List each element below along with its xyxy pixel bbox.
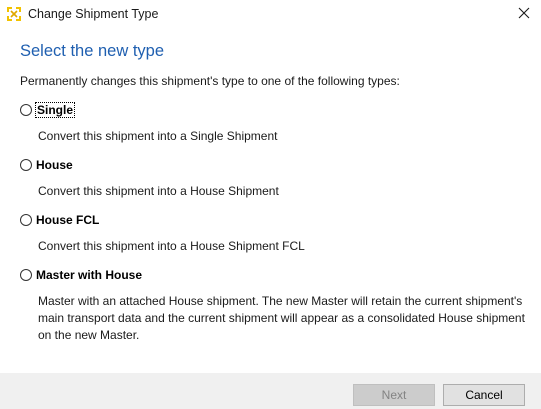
option-single-label[interactable]: Single xyxy=(34,102,76,118)
radio-single[interactable] xyxy=(20,104,32,116)
close-icon xyxy=(518,6,530,24)
close-button[interactable] xyxy=(507,0,541,30)
change-shipment-type-dialog: Change Shipment Type Select the new type… xyxy=(0,0,541,409)
page-heading: Select the new type xyxy=(20,42,165,60)
option-house-fcl-label[interactable]: House FCL xyxy=(36,213,99,227)
page-description: Permanently changes this shipment's type… xyxy=(20,74,400,88)
radio-house[interactable] xyxy=(20,159,32,171)
cancel-button[interactable]: Cancel xyxy=(443,384,525,406)
option-house-row[interactable]: House xyxy=(20,157,520,173)
radio-house-fcl[interactable] xyxy=(20,214,32,226)
radio-master-with-house[interactable] xyxy=(20,269,32,281)
option-single-description: Convert this shipment into a Single Ship… xyxy=(38,129,278,143)
option-master-with-house-description: Master with an attached House shipment. … xyxy=(38,294,525,342)
option-master-with-house[interactable]: Master with House Master with an attache… xyxy=(20,267,525,344)
option-house-fcl[interactable]: House FCL Convert this shipment into a H… xyxy=(20,212,520,255)
option-house-fcl-row[interactable]: House FCL xyxy=(20,212,520,228)
window-title: Change Shipment Type xyxy=(28,7,159,21)
option-single-row[interactable]: Single xyxy=(20,102,520,118)
title-bar[interactable]: Change Shipment Type xyxy=(0,0,541,30)
option-master-with-house-row[interactable]: Master with House xyxy=(20,267,520,283)
option-house[interactable]: House Convert this shipment into a House… xyxy=(20,157,520,200)
option-house-label[interactable]: House xyxy=(36,158,73,172)
option-master-with-house-label[interactable]: Master with House xyxy=(36,268,142,282)
option-house-description: Convert this shipment into a House Shipm… xyxy=(38,184,279,198)
dialog-footer: Next Cancel xyxy=(0,373,541,409)
option-house-fcl-description: Convert this shipment into a House Shipm… xyxy=(38,239,305,253)
option-single[interactable]: Single Convert this shipment into a Sing… xyxy=(20,102,520,145)
shipment-type-icon xyxy=(6,6,22,22)
next-button[interactable]: Next xyxy=(353,384,435,406)
